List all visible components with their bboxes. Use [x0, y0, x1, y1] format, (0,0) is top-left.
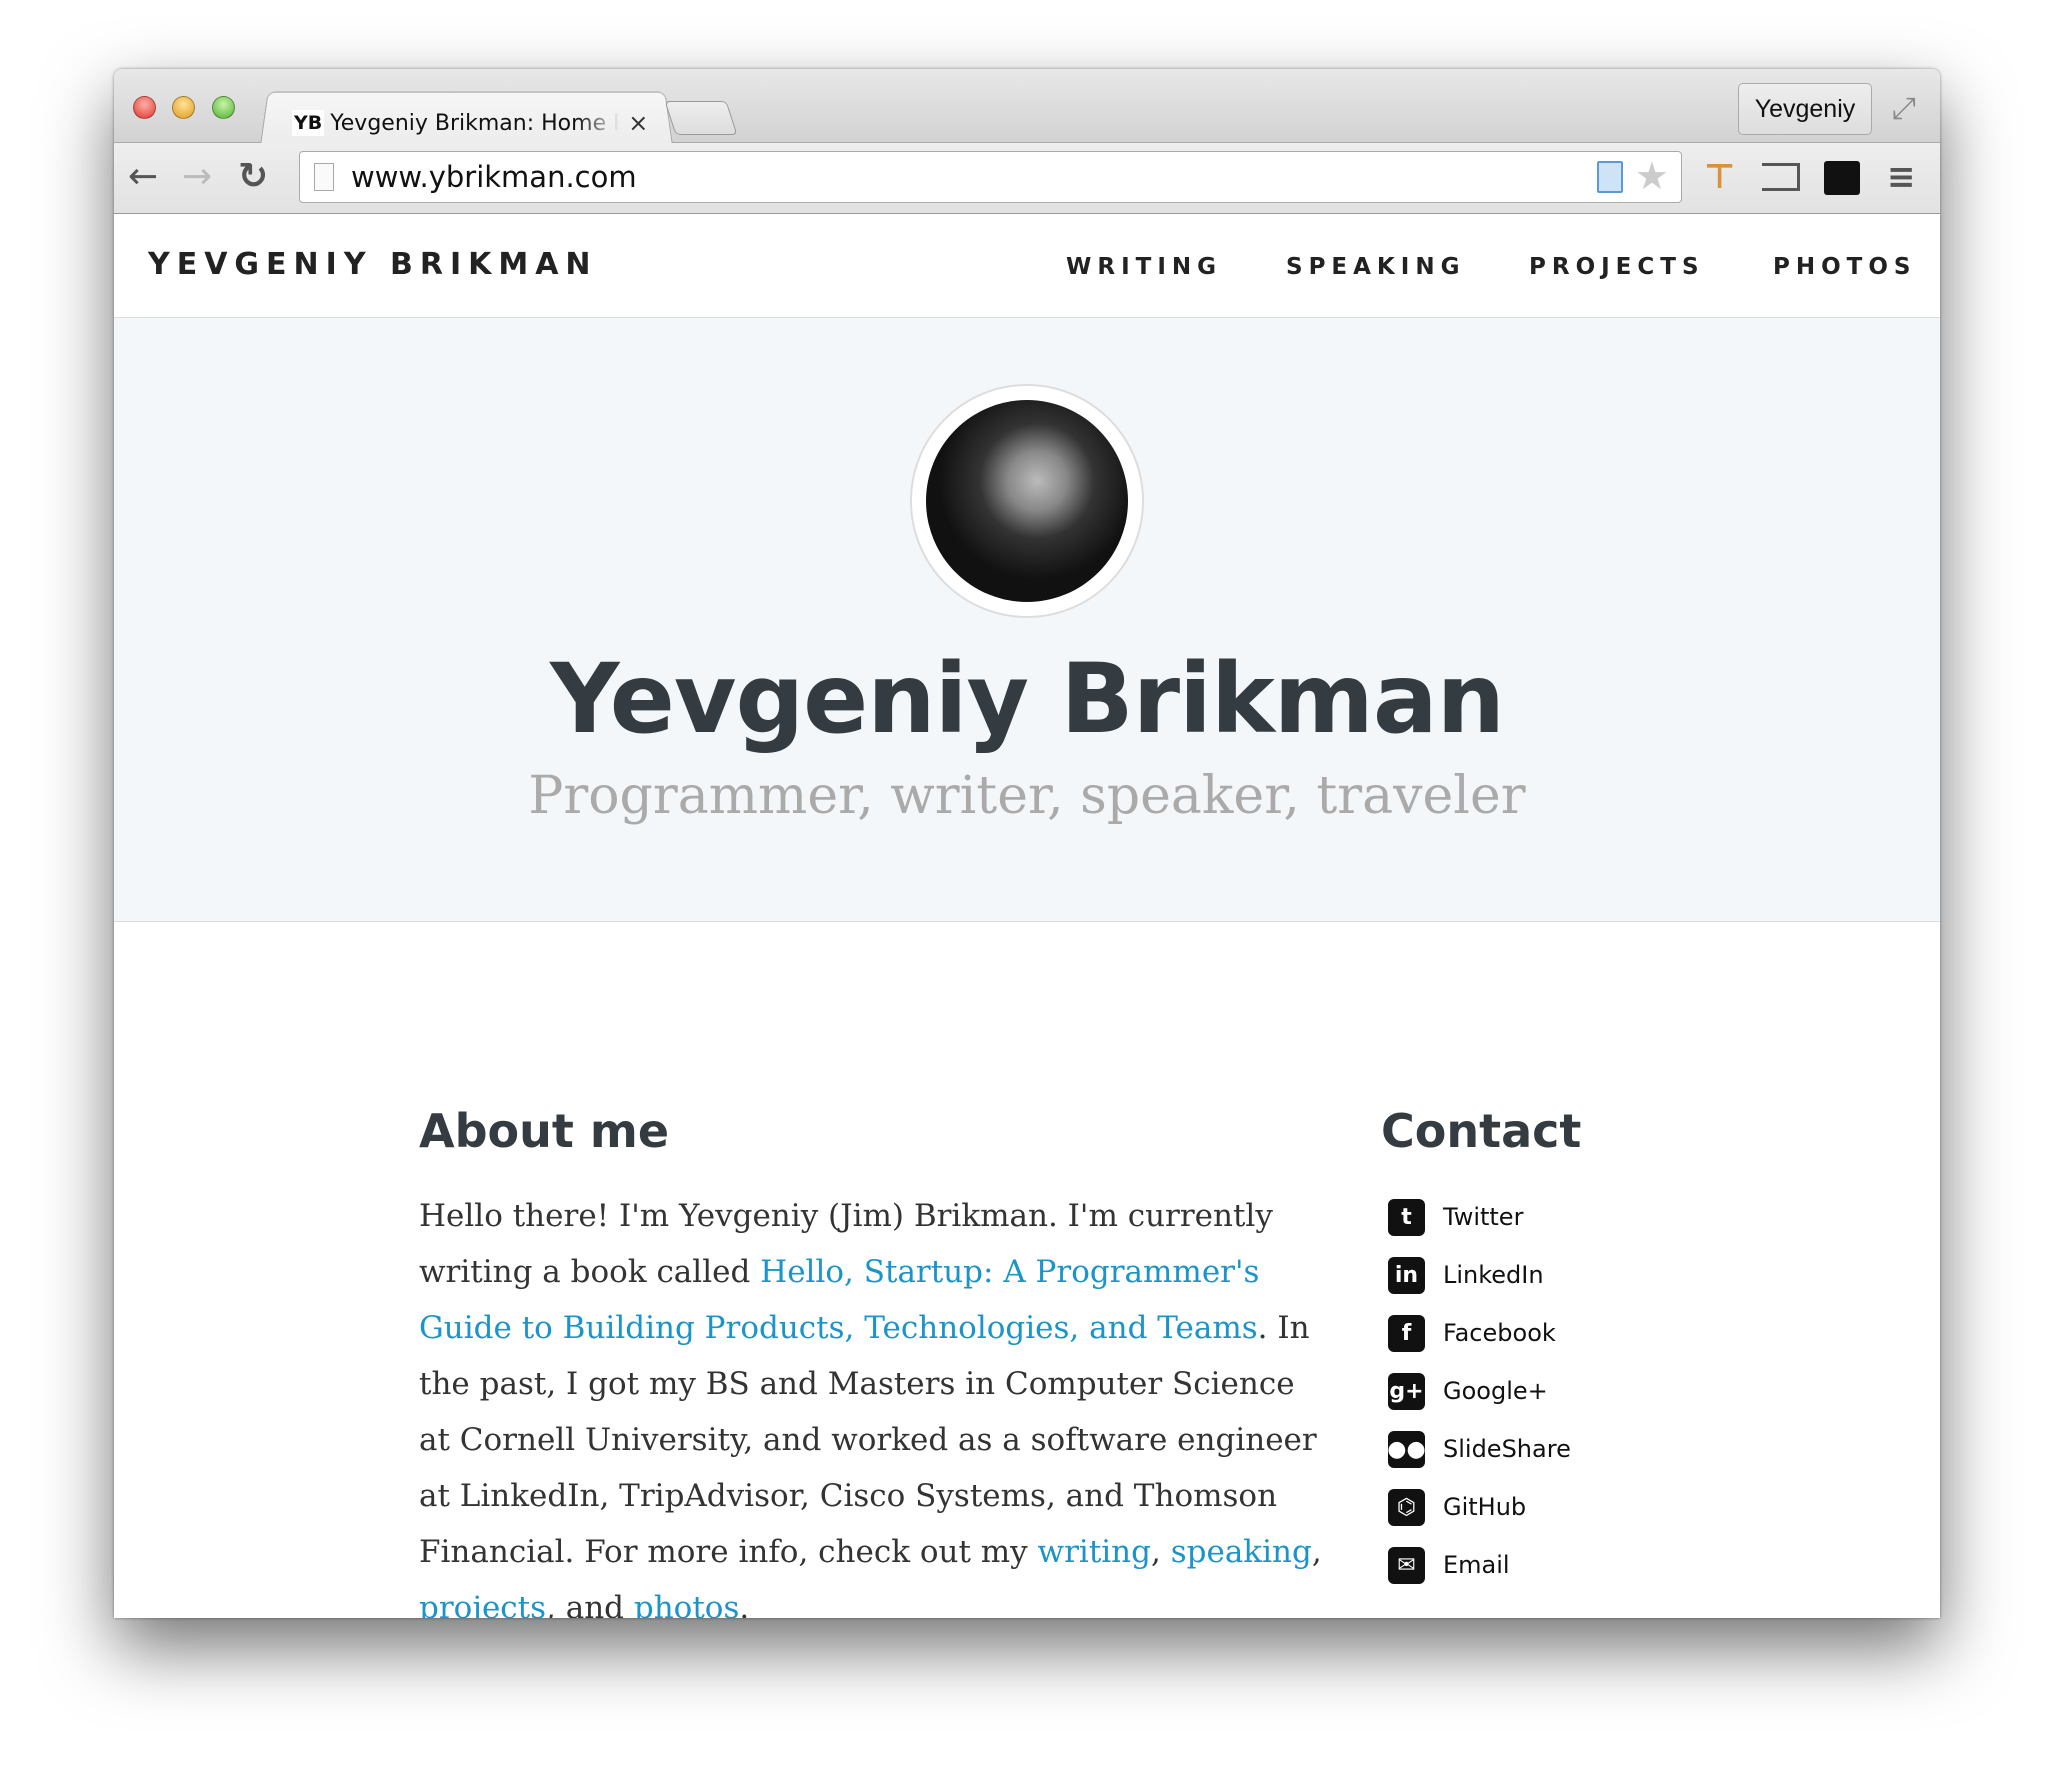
toolbar: ← → ↻ www.ybrikman.com ★ ⊤ ≡: [114, 143, 1940, 214]
page-icon: [314, 163, 334, 191]
separator: ,: [1311, 1534, 1322, 1570]
contact-label: GitHub: [1443, 1493, 1527, 1521]
contact-item-slideshare[interactable]: ●● SlideShare: [1381, 1420, 1581, 1478]
twitter-icon: t: [1388, 1198, 1425, 1236]
contact-item-github[interactable]: ⌬ GitHub: [1381, 1478, 1581, 1536]
about-section: About me Hello there! I'm Yevgeniy (Jim)…: [419, 1104, 1329, 1618]
email-icon: ✉: [1388, 1546, 1425, 1584]
writing-link[interactable]: writing: [1038, 1534, 1151, 1570]
contact-label: Email: [1443, 1551, 1510, 1579]
hero-tagline: Programmer, writer, speaker, traveler: [528, 766, 1526, 826]
profile-button[interactable]: Yevgeniy: [1738, 83, 1872, 135]
browser-tab-content[interactable]: YB Yevgeniy Brikman: Home Page ×: [292, 103, 652, 143]
contact-label: LinkedIn: [1443, 1261, 1544, 1289]
photos-link[interactable]: photos: [634, 1590, 740, 1618]
contact-section: Contact t Twitter in LinkedIn f Facebook g+ Goo…: [1381, 1104, 1581, 1594]
contact-item-twitter[interactable]: t Twitter: [1381, 1188, 1581, 1246]
contact-item-email[interactable]: ✉ Email: [1381, 1536, 1581, 1594]
nav-writing[interactable]: WRITING: [1066, 254, 1222, 280]
favicon: YB: [292, 110, 325, 136]
forward-icon[interactable]: →: [182, 155, 212, 199]
star-icon[interactable]: ★: [1635, 154, 1669, 198]
profile-photo: [926, 400, 1128, 602]
contact-item-linkedin[interactable]: in LinkedIn: [1381, 1246, 1581, 1304]
contact-heading: Contact: [1381, 1104, 1582, 1158]
about-paragraph: Hello there! I'm Yevgeniy (Jim) Brikman.…: [419, 1188, 1329, 1618]
extension-icon[interactable]: ⊤: [1704, 157, 1735, 197]
nav-projects[interactable]: PROJECTS: [1529, 254, 1705, 280]
cast-icon[interactable]: [1762, 163, 1800, 191]
site-nav: YEVGENIY BRIKMAN WRITING SPEAKING PROJEC…: [114, 214, 1940, 318]
reload-icon[interactable]: ↻: [238, 155, 268, 199]
nav-photos[interactable]: PHOTOS: [1773, 254, 1916, 280]
tab-title: Yevgeniy Brikman: Home Page: [330, 110, 621, 136]
tab-strip: YB Yevgeniy Brikman: Home Page × Yevgeni…: [114, 69, 1940, 145]
nav-speaking[interactable]: SPEAKING: [1286, 254, 1465, 280]
contact-label: Twitter: [1443, 1203, 1524, 1231]
close-tab-icon[interactable]: ×: [628, 109, 648, 137]
projects-link[interactable]: projects: [419, 1590, 546, 1618]
address-bar[interactable]: www.ybrikman.com ★: [299, 151, 1682, 203]
menu-icon[interactable]: ≡: [1887, 157, 1916, 197]
glasses-icon[interactable]: [1824, 161, 1860, 195]
avatar: [910, 384, 1144, 618]
about-text: . In the past, I got my BS and Masters i…: [419, 1310, 1317, 1570]
hero: Yevgeniy Brikman Programmer, writer, spe…: [114, 318, 1940, 922]
url-text: www.ybrikman.com: [351, 160, 637, 194]
zoom-window-button[interactable]: [212, 96, 235, 119]
slideshare-icon: ●●: [1387, 1430, 1426, 1468]
contact-label: SlideShare: [1443, 1435, 1571, 1463]
about-heading: About me: [419, 1104, 670, 1158]
contact-label: Facebook: [1443, 1319, 1556, 1347]
github-icon: ⌬: [1388, 1488, 1425, 1526]
back-icon[interactable]: ←: [128, 155, 158, 199]
new-tab-button[interactable]: [664, 101, 738, 135]
separator: , and: [546, 1590, 634, 1618]
hero-name: Yevgeniy Brikman: [550, 643, 1505, 755]
minimize-window-button[interactable]: [172, 96, 195, 119]
contact-list: t Twitter in LinkedIn f Facebook g+ Google+ ●● Sl…: [1381, 1188, 1581, 1594]
speaking-link[interactable]: speaking: [1171, 1534, 1312, 1570]
close-window-button[interactable]: [133, 96, 156, 119]
separator: ,: [1151, 1534, 1171, 1570]
linkedin-icon: in: [1388, 1256, 1425, 1294]
web-page: YEVGENIY BRIKMAN WRITING SPEAKING PROJEC…: [114, 214, 1940, 1618]
contact-label: Google+: [1443, 1377, 1548, 1405]
fullscreen-icon[interactable]: ⤢: [1892, 91, 1916, 126]
contact-item-google[interactable]: g+ Google+: [1381, 1362, 1581, 1420]
separator: .: [739, 1590, 750, 1618]
browser-window: YB Yevgeniy Brikman: Home Page × Yevgeni…: [114, 69, 1940, 1618]
reader-icon[interactable]: [1597, 161, 1623, 193]
contact-item-facebook[interactable]: f Facebook: [1381, 1304, 1581, 1362]
facebook-icon: f: [1388, 1314, 1425, 1352]
googleplus-icon: g+: [1388, 1372, 1425, 1410]
site-logo[interactable]: YEVGENIY BRIKMAN: [148, 247, 598, 282]
